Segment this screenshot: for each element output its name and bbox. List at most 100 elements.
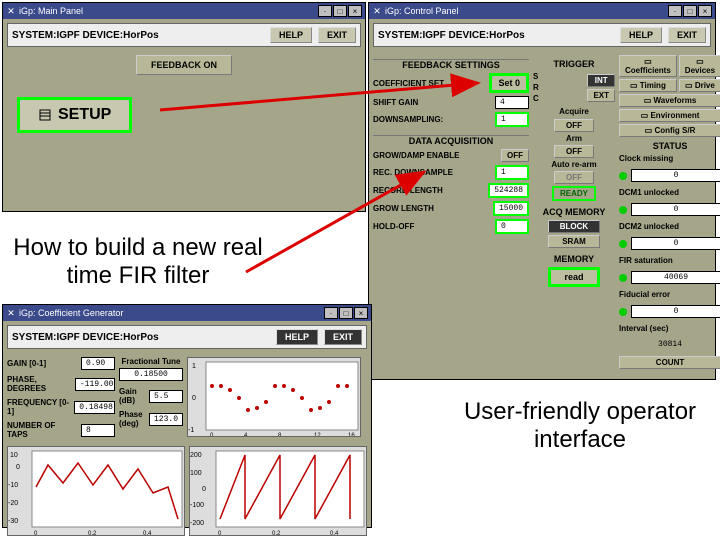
growdamp-button[interactable]: OFF bbox=[501, 149, 529, 162]
x-logo-icon: ✕ bbox=[372, 6, 382, 16]
minimize-button[interactable]: · bbox=[324, 307, 338, 319]
firsat-label: FIR saturation bbox=[619, 256, 673, 265]
svg-text:4: 4 bbox=[244, 433, 248, 437]
count-button[interactable]: COUNT bbox=[619, 356, 720, 369]
interval-label: Interval (sec) bbox=[619, 324, 668, 333]
read-button[interactable]: read bbox=[548, 267, 600, 287]
svg-text:0.2: 0.2 bbox=[88, 531, 97, 536]
coef-help-button[interactable]: HELP bbox=[276, 329, 318, 345]
phase-deg-label: Phase (deg) bbox=[119, 410, 145, 428]
close-button[interactable]: × bbox=[698, 5, 712, 17]
ext-button[interactable]: EXT bbox=[587, 89, 615, 102]
taps-scatter-chart: 10-1 0481216 bbox=[187, 357, 361, 437]
svg-text:-10: -10 bbox=[8, 482, 18, 489]
arm-label: Arm bbox=[566, 134, 582, 143]
status-heading: STATUS bbox=[619, 141, 720, 151]
ctrl-device-header: SYSTEM:IGPF DEVICE:HorPos bbox=[378, 30, 525, 41]
dcm2-val: 0 bbox=[631, 237, 720, 250]
main-title: iGp: Main Panel bbox=[19, 6, 83, 16]
taps-input[interactable]: 8 bbox=[81, 424, 115, 437]
menu-icon: ▭ bbox=[645, 126, 653, 135]
svg-text:0: 0 bbox=[218, 531, 222, 536]
config-sr-menu[interactable]: ▭ Config S/R bbox=[619, 124, 720, 137]
dcm1-label: DCM1 unlocked bbox=[619, 188, 679, 197]
close-button[interactable]: × bbox=[348, 5, 362, 17]
phase-input[interactable]: -119.00 bbox=[75, 378, 115, 391]
waveforms-menu[interactable]: ▭ Waveforms bbox=[619, 94, 720, 107]
rec-down-input[interactable]: 1 bbox=[495, 165, 529, 180]
phase-deg-val: 123.0 bbox=[149, 413, 183, 426]
holdoff-input[interactable]: 0 bbox=[495, 219, 529, 234]
int-button[interactable]: INT bbox=[587, 74, 615, 87]
freq-input[interactable]: 0.18498 bbox=[74, 401, 115, 414]
frac-tune-val: 0.18500 bbox=[119, 368, 183, 381]
svg-text:0.4: 0.4 bbox=[143, 531, 152, 536]
feedback-on-button[interactable]: FEEDBACK ON bbox=[136, 55, 232, 75]
main-titlebar: ✕ iGp: Main Panel · □ × bbox=[3, 3, 365, 19]
minimize-button[interactable]: · bbox=[668, 5, 682, 17]
phase-line-chart: 2001000 -100-200 00.20.4 bbox=[189, 446, 367, 536]
trig-r-label: R bbox=[533, 83, 539, 92]
environment-menu[interactable]: ▭ Environment bbox=[619, 109, 720, 122]
gain-db-label: Gain (dB) bbox=[119, 387, 145, 405]
svg-text:0: 0 bbox=[192, 395, 196, 402]
maximize-button[interactable]: □ bbox=[339, 307, 353, 319]
grow-len-label: GROW LENGTH bbox=[373, 204, 434, 213]
svg-text:100: 100 bbox=[190, 470, 202, 477]
maximize-button[interactable]: □ bbox=[333, 5, 347, 17]
downsample-label: DOWNSAMPLING: bbox=[373, 115, 443, 124]
menu-icon: ▭ bbox=[630, 81, 638, 90]
coef-set-label: COEFFICIENT SET bbox=[373, 79, 444, 88]
rec-len-label: RECORD LENGTH bbox=[373, 186, 443, 195]
gain-line-chart: 100 -10-20-30 00.20.4 bbox=[7, 446, 185, 536]
status-led-icon bbox=[619, 206, 627, 214]
setup-button[interactable]: SETUP bbox=[17, 97, 132, 133]
svg-text:-30: -30 bbox=[8, 518, 18, 525]
ctrl-titlebar: ✕ iGp: Control Panel · □ × bbox=[369, 3, 715, 19]
downsample-input[interactable]: 1 bbox=[495, 112, 529, 127]
status-led-icon bbox=[619, 240, 627, 248]
block-button[interactable]: BLOCK bbox=[548, 220, 600, 233]
trig-c-label: C bbox=[533, 94, 539, 103]
ctrl-exit-button[interactable]: EXIT bbox=[668, 27, 706, 43]
acquire-off-button[interactable]: OFF bbox=[554, 119, 594, 132]
userfriendly-caption: User-friendly operator interface bbox=[440, 398, 720, 454]
close-button[interactable]: × bbox=[354, 307, 368, 319]
coef-exit-button[interactable]: EXIT bbox=[324, 329, 362, 345]
grow-len-input[interactable]: 15000 bbox=[493, 201, 529, 216]
svg-text:0.4: 0.4 bbox=[330, 531, 339, 536]
howto-caption: How to build a new real time FIR filter bbox=[8, 234, 268, 290]
trigger-heading: TRIGGER bbox=[533, 59, 615, 69]
arm-off-button[interactable]: OFF bbox=[554, 145, 594, 158]
svg-text:1: 1 bbox=[192, 363, 196, 370]
drive-menu[interactable]: ▭ Drive bbox=[679, 79, 720, 92]
main-exit-button[interactable]: EXIT bbox=[318, 27, 356, 43]
coefficients-menu[interactable]: ▭ Coefficients bbox=[619, 55, 677, 77]
x-logo-icon: ✕ bbox=[6, 6, 16, 16]
minimize-button[interactable]: · bbox=[318, 5, 332, 17]
autorearm-off-button[interactable]: OFF bbox=[554, 171, 594, 184]
x-logo-icon: ✕ bbox=[6, 308, 16, 318]
coef-set-button[interactable]: Set 0 bbox=[489, 73, 529, 93]
devices-menu[interactable]: ▭ Devices bbox=[679, 55, 720, 77]
svg-text:10: 10 bbox=[10, 452, 18, 459]
ready-status: READY bbox=[552, 186, 596, 201]
shift-gain-input[interactable]: 4 bbox=[495, 96, 529, 109]
menu-icon: ▭ bbox=[644, 96, 652, 105]
coef-title: iGp: Coefficient Generator bbox=[19, 308, 123, 318]
main-help-button[interactable]: HELP bbox=[270, 27, 312, 43]
ctrl-help-button[interactable]: HELP bbox=[620, 27, 662, 43]
rec-len-input[interactable]: 524288 bbox=[488, 183, 529, 198]
menu-icon: ▭ bbox=[641, 111, 649, 120]
timing-menu[interactable]: ▭ Timing bbox=[619, 79, 677, 92]
sram-button[interactable]: SRAM bbox=[548, 235, 600, 248]
svg-text:200: 200 bbox=[190, 452, 202, 459]
svg-text:-200: -200 bbox=[190, 520, 204, 527]
clock-missing-label: Clock missing bbox=[619, 154, 673, 163]
shift-gain-label: SHIFT GAIN bbox=[373, 98, 418, 107]
maximize-button[interactable]: □ bbox=[683, 5, 697, 17]
menu-icon bbox=[38, 108, 52, 122]
gain-input[interactable]: 0.90 bbox=[81, 357, 115, 370]
svg-text:-20: -20 bbox=[8, 500, 18, 507]
rec-down-label: REC. DOWNSAMPLE bbox=[373, 168, 453, 177]
